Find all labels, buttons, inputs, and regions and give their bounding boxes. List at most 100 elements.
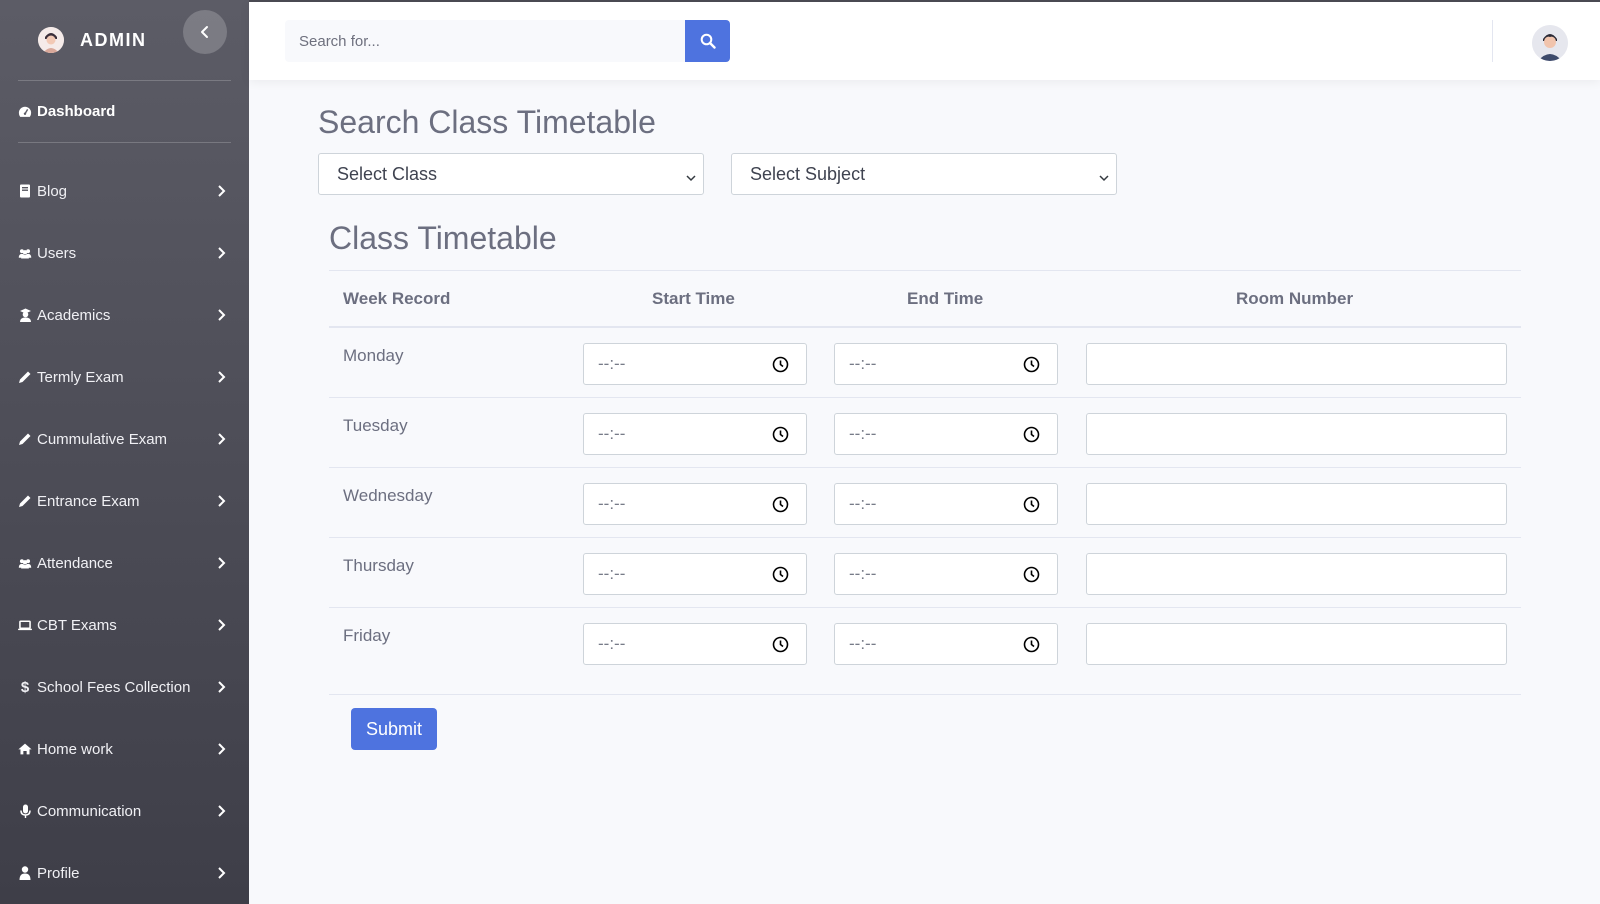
clock-icon — [1023, 426, 1040, 448]
select-subject-dropdown[interactable]: Select Subject — [731, 153, 1117, 195]
sidebar-item-academics[interactable]: Academics — [0, 284, 249, 346]
microphone-icon — [18, 804, 32, 818]
end-time-input[interactable]: --:-- — [834, 623, 1058, 665]
sidebar-item-cbt-exams[interactable]: CBT Exams — [0, 594, 249, 656]
clock-icon — [772, 636, 789, 658]
chevron-right-icon — [217, 494, 227, 508]
row-day: Monday — [343, 346, 404, 365]
clock-icon — [772, 426, 789, 448]
chevron-right-icon — [217, 618, 227, 632]
chevron-right-icon — [217, 804, 227, 818]
select-class-dropdown[interactable]: Select Class — [318, 153, 704, 195]
search-button[interactable] — [685, 20, 730, 62]
start-time-input[interactable]: --:-- — [583, 343, 807, 385]
end-time-input[interactable]: --:-- — [834, 553, 1058, 595]
clock-icon — [772, 496, 789, 518]
sidebar-item-label: CBT Exams — [37, 616, 117, 634]
end-time-value: --:-- — [849, 354, 877, 373]
sidebar-item-users[interactable]: Users — [0, 222, 249, 284]
column-header-start-time: Start Time — [652, 289, 735, 308]
chevron-right-icon — [217, 680, 227, 694]
sidebar-item-label: Academics — [37, 306, 111, 324]
room-number-input[interactable] — [1086, 413, 1507, 455]
sidebar-toggle-button[interactable] — [183, 10, 227, 54]
book-icon — [18, 184, 32, 198]
sidebar: ADMIN Dashboard Blog Users Academics Ter… — [0, 0, 249, 904]
chevron-down-icon — [685, 168, 697, 189]
chevron-right-icon — [217, 432, 227, 446]
sidebar-item-label: Entrance Exam — [37, 492, 140, 510]
end-time-input[interactable]: --:-- — [834, 483, 1058, 525]
start-time-input[interactable]: --:-- — [583, 553, 807, 595]
search-input[interactable] — [285, 20, 685, 62]
sidebar-item-profile[interactable]: Profile — [0, 842, 249, 904]
column-header-end-time: End Time — [907, 289, 984, 308]
start-time-input[interactable]: --:-- — [583, 483, 807, 525]
end-time-value: --:-- — [849, 424, 877, 443]
room-number-input[interactable] — [1086, 343, 1507, 385]
home-icon — [18, 742, 32, 756]
start-time-value: --:-- — [598, 424, 626, 443]
room-number-input[interactable] — [1086, 623, 1507, 665]
chevron-left-icon — [201, 26, 208, 38]
clock-icon — [772, 356, 789, 378]
chevron-right-icon — [217, 742, 227, 756]
topbar-divider — [1492, 20, 1493, 62]
sidebar-item-blog[interactable]: Blog — [0, 160, 249, 222]
sidebar-item-termly-exam[interactable]: Termly Exam — [0, 346, 249, 408]
start-time-value: --:-- — [598, 354, 626, 373]
clock-icon — [1023, 566, 1040, 588]
sidebar-item-home-work[interactable]: Home work — [0, 718, 249, 780]
start-time-value: --:-- — [598, 634, 626, 653]
sidebar-item-school-fees-collection[interactable]: $ School Fees Collection — [0, 656, 249, 718]
row-day: Friday — [343, 626, 391, 645]
end-time-input[interactable]: --:-- — [834, 343, 1058, 385]
user-icon — [18, 866, 32, 880]
clock-icon — [1023, 496, 1040, 518]
sidebar-item-cummulative-exam[interactable]: Cummulative Exam — [0, 408, 249, 470]
sidebar-item-entrance-exam[interactable]: Entrance Exam — [0, 470, 249, 532]
sidebar-item-label: Home work — [37, 740, 113, 758]
select-subject-value: Select Subject — [750, 163, 866, 184]
sidebar-item-label: Profile — [37, 864, 80, 882]
pencil-icon — [18, 432, 32, 446]
sidebar-item-attendance[interactable]: Attendance — [0, 532, 249, 594]
chevron-right-icon — [217, 308, 227, 322]
room-number-input[interactable] — [1086, 553, 1507, 595]
sidebar-nav: Blog Users Academics Termly Exam Cummula… — [0, 160, 249, 904]
table-row: Wednesday --:-- --:-- — [329, 468, 1521, 538]
user-avatar[interactable] — [1532, 25, 1568, 61]
users-icon — [18, 246, 32, 260]
brand-avatar-icon — [38, 27, 64, 53]
table-header: Week Record Start Time End Time Room Num… — [329, 270, 1521, 328]
users-icon — [18, 556, 32, 570]
end-time-value: --:-- — [849, 564, 877, 583]
sidebar-item-communication[interactable]: Communication — [0, 780, 249, 842]
column-header-week-record: Week Record — [343, 289, 451, 308]
end-time-value: --:-- — [849, 634, 877, 653]
tachometer-icon — [18, 105, 32, 119]
start-time-input[interactable]: --:-- — [583, 623, 807, 665]
chevron-right-icon — [217, 556, 227, 570]
timetable-table: Week Record Start Time End Time Room Num… — [329, 270, 1521, 677]
submit-button[interactable]: Submit — [351, 708, 437, 750]
chevron-right-icon — [217, 866, 227, 880]
end-time-input[interactable]: --:-- — [834, 413, 1058, 455]
search-bar — [285, 20, 730, 62]
chevron-right-icon — [217, 246, 227, 260]
start-time-input[interactable]: --:-- — [583, 413, 807, 455]
pencil-icon — [18, 370, 32, 384]
main-content: Search Class Timetable Select Class Sele… — [249, 80, 1600, 904]
row-day: Tuesday — [343, 416, 408, 435]
sidebar-item-dashboard[interactable]: Dashboard — [0, 81, 249, 142]
row-day: Thursday — [343, 556, 414, 575]
end-time-value: --:-- — [849, 494, 877, 513]
sidebar-brand[interactable]: ADMIN — [0, 0, 249, 80]
pencil-icon — [18, 494, 32, 508]
room-number-input[interactable] — [1086, 483, 1507, 525]
sidebar-item-label: Cummulative Exam — [37, 430, 168, 448]
graduate-icon — [18, 308, 32, 322]
section-title: Class Timetable — [329, 220, 557, 256]
select-class-value: Select Class — [337, 163, 438, 184]
chevron-down-icon — [1098, 168, 1110, 189]
